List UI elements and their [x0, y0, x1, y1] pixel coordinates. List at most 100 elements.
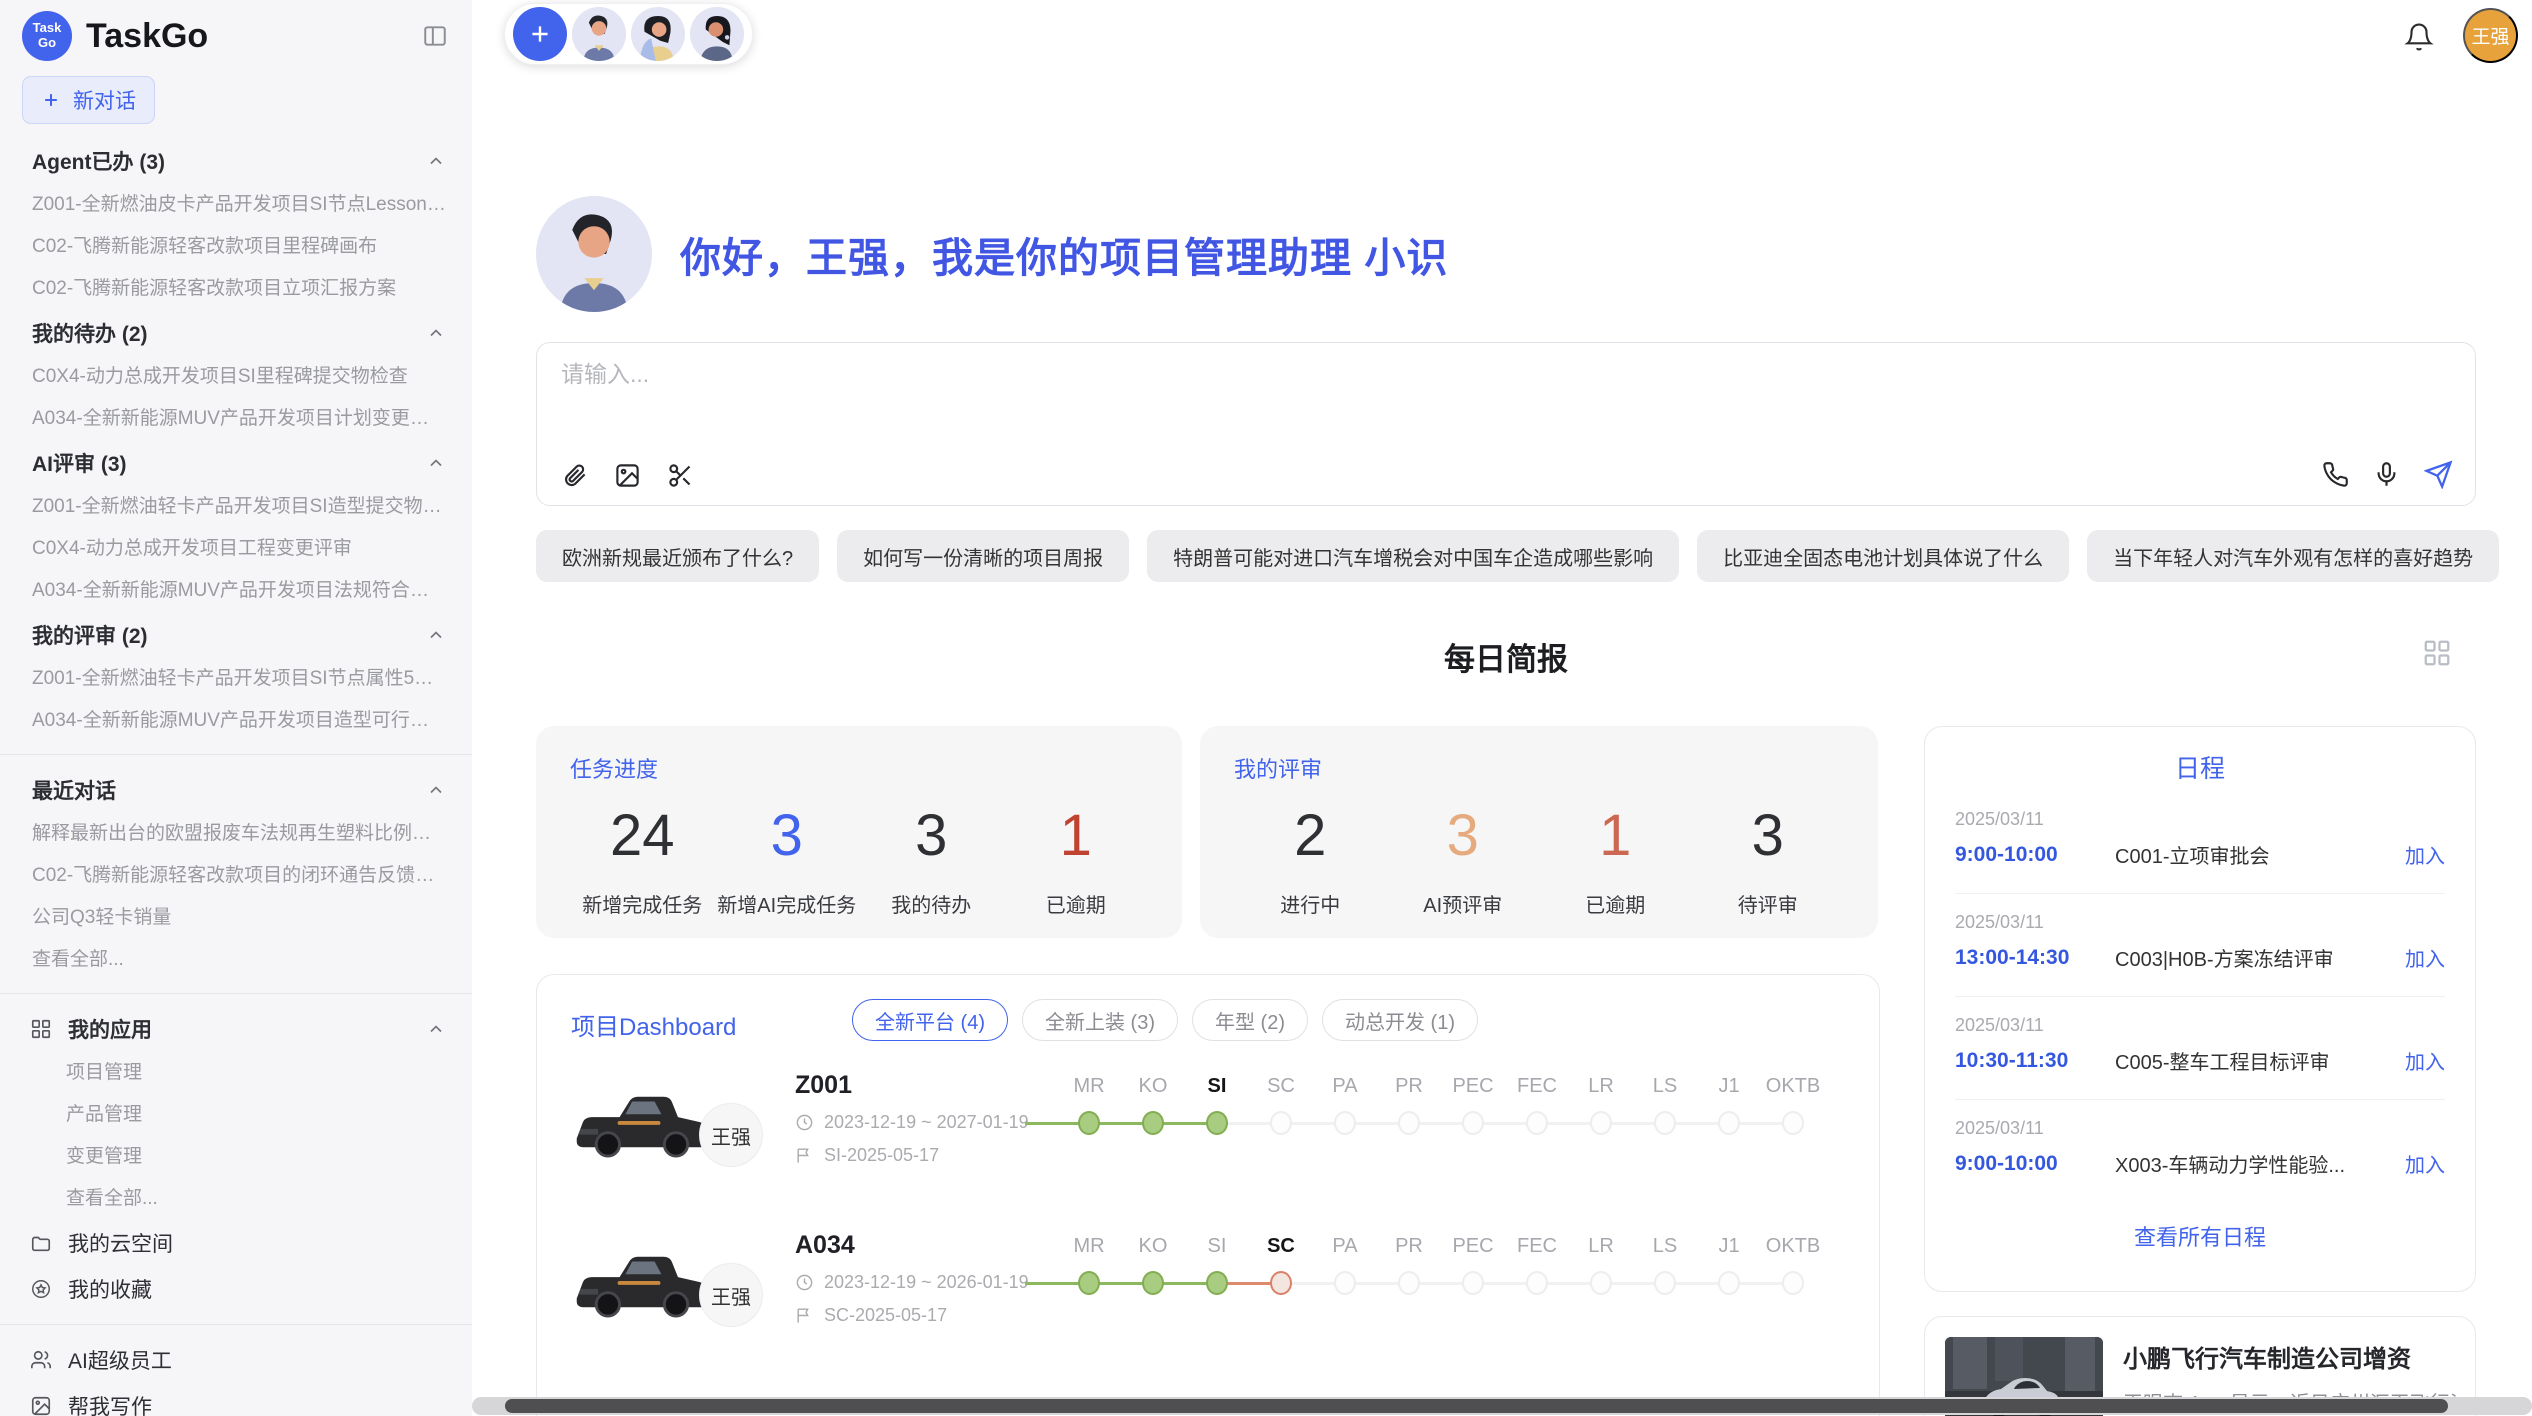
star-icon	[30, 1278, 52, 1300]
schedule-card: 日程 2025/03/11 9:00-10:00 C001-立项审批会 加入 2…	[1924, 726, 2476, 1292]
conversation-item[interactable]: C0X4-动力总成开发项目SI里程碑提交物检查	[0, 356, 472, 398]
conversation-item[interactable]: A034-全新新能源MUV产品开发项目法规符合性评审	[0, 570, 472, 612]
stat-item: 3 我的待办	[859, 802, 1004, 918]
conversation-item[interactable]: 解释最新出台的欧盟报废车法规再生塑料比例被调至15%...	[0, 813, 472, 855]
conversation-item[interactable]: 公司Q3轻卡销量	[0, 897, 472, 939]
milestone-dot	[1078, 1111, 1100, 1135]
new-chat-button[interactable]: 新对话	[22, 76, 155, 124]
app-item[interactable]: 项目管理	[0, 1052, 472, 1094]
stat-label: 我的待办	[859, 889, 1004, 918]
my-review-list: Z001-全新燃油轻卡产品开发项目SI节点属性5D文件评审A034-全新新能源M…	[0, 658, 472, 742]
join-meeting-link[interactable]: 加入	[2405, 840, 2445, 869]
sidebar-item-cloud-space[interactable]: 我的云空间	[0, 1220, 472, 1266]
conversation-item[interactable]: A034-全新新能源MUV产品开发项目计划变更表编写	[0, 398, 472, 440]
horizontal-scrollbar-track[interactable]	[472, 1397, 2532, 1415]
section-title: Agent已办 (3)	[32, 146, 165, 176]
schedule-item: 2025/03/11 13:00-14:30 C003|H0B-方案冻结评审 加…	[1955, 893, 2445, 996]
milestone: PR	[1377, 1075, 1441, 1140]
suggestion-chip[interactable]: 比亚迪全固态电池计划具体说了什么	[1697, 530, 2069, 582]
image-upload-icon[interactable]	[614, 462, 641, 489]
join-meeting-link[interactable]: 加入	[2405, 943, 2445, 972]
app-item[interactable]: 查看全部...	[0, 1178, 472, 1220]
send-icon[interactable]	[2424, 460, 2453, 489]
conversation-item[interactable]: C0X4-动力总成开发项目工程变更评审	[0, 528, 472, 570]
milestone: OKTB	[1761, 1235, 1825, 1300]
voice-call-icon[interactable]	[2322, 461, 2349, 488]
conversation-item[interactable]: Z001-全新燃油皮卡产品开发项目SI节点Lesson Learn报告	[0, 184, 472, 226]
conversation-item[interactable]: 查看全部...	[0, 939, 472, 981]
stat-item: 3 新增AI完成任务	[715, 802, 860, 918]
milestone: FEC	[1505, 1235, 1569, 1300]
milestone-dot	[1462, 1111, 1484, 1135]
milestone-label: LS	[1633, 1235, 1697, 1265]
section-title: 最近对话	[32, 775, 116, 805]
app-item[interactable]: 变更管理	[0, 1136, 472, 1178]
agent-avatar-1[interactable]	[572, 7, 626, 61]
section-header-ai-review[interactable]: AI评审 (3)	[0, 440, 472, 486]
conversation-item[interactable]: Z001-全新燃油轻卡产品开发项目SI节点属性5D文件评审	[0, 658, 472, 700]
filter-pill[interactable]: 全新平台 (4)	[852, 999, 1008, 1041]
schedule-date: 2025/03/11	[1955, 1118, 2445, 1139]
milestone-label: PA	[1313, 1235, 1377, 1265]
schedule-time: 10:30-11:30	[1955, 1049, 2105, 1073]
suggestion-chip[interactable]: 当下年轻人对汽车外观有怎样的喜好趋势	[2087, 530, 2499, 582]
project-row-a034[interactable]: 王强 A034 2023-12-19 ~ 2026-01-19 SC-2025-…	[537, 1221, 1879, 1381]
sidebar-item-ai-employee[interactable]: AI超级员工	[0, 1337, 472, 1383]
greeting-section: 你好，王强，我是你的项目管理助理 小识	[536, 196, 1448, 312]
filter-pill[interactable]: 全新上装 (3)	[1022, 999, 1178, 1041]
dashboard-filters: 全新平台 (4) 全新上装 (3) 年型 (2) 动总开发 (1)	[852, 999, 1478, 1041]
agent-avatar-3[interactable]	[690, 7, 744, 61]
conversation-item[interactable]: C02-飞腾新能源轻客改款项目里程碑画布	[0, 226, 472, 268]
conversation-item[interactable]: C02-飞腾新能源轻客改款项目立项汇报方案	[0, 268, 472, 310]
section-header-my-todo[interactable]: 我的待办 (2)	[0, 310, 472, 356]
app-item[interactable]: 产品管理	[0, 1094, 472, 1136]
agent-avatar-2[interactable]	[631, 7, 685, 61]
my-todo-list: C0X4-动力总成开发项目SI里程碑提交物检查A034-全新新能源MUV产品开发…	[0, 356, 472, 440]
conversation-item[interactable]: Z001-全新燃油轻卡产品开发项目SI造型提交物评审	[0, 486, 472, 528]
notifications-bell-icon[interactable]	[2404, 22, 2434, 52]
view-all-schedule-link[interactable]: 查看所有日程	[1955, 1220, 2445, 1252]
sidebar-item-write-helper[interactable]: 帮我写作	[0, 1383, 472, 1416]
milestone: PA	[1313, 1075, 1377, 1140]
stat-value: 3	[1692, 802, 1845, 869]
filter-pill[interactable]: 年型 (2)	[1192, 999, 1308, 1041]
stat-item: 3 AI预评审	[1387, 802, 1540, 918]
schedule-event-title: C003|H0B-方案冻结评审	[2115, 943, 2395, 972]
user-avatar[interactable]: 王强	[2463, 8, 2518, 63]
conversation-item[interactable]: C02-飞腾新能源轻客改款项目的闭环通告反馈情况	[0, 855, 472, 897]
filter-pill[interactable]: 动总开发 (1)	[1322, 999, 1478, 1041]
sidebar-item-favorites[interactable]: 我的收藏	[0, 1266, 472, 1312]
conversation-item[interactable]: A034-全新新能源MUV产品开发项目造型可行性评审	[0, 700, 472, 742]
milestone: LS	[1633, 1235, 1697, 1300]
input-tools	[561, 462, 694, 489]
sidebar-item-my-apps[interactable]: 我的应用	[0, 1006, 472, 1052]
suggestion-chip[interactable]: 如何写一份清晰的项目周报	[837, 530, 1129, 582]
milestone-dot	[1398, 1271, 1420, 1295]
collapse-sidebar-icon[interactable]	[422, 23, 448, 49]
schedule-time: 13:00-14:30	[1955, 946, 2105, 970]
milestone-dot	[1270, 1271, 1292, 1295]
section-title: 我的待办 (2)	[32, 318, 148, 348]
add-agent-button[interactable]	[513, 7, 567, 61]
project-row-z001[interactable]: 王强 Z001 2023-12-19 ~ 2027-01-19 SI-2025-…	[537, 1061, 1879, 1221]
join-meeting-link[interactable]: 加入	[2405, 1149, 2445, 1178]
layout-grid-icon[interactable]	[2422, 638, 2452, 668]
attachment-icon[interactable]	[561, 462, 588, 489]
people-icon	[30, 1349, 52, 1371]
milestone: PA	[1313, 1235, 1377, 1300]
join-meeting-link[interactable]: 加入	[2405, 1046, 2445, 1075]
horizontal-scrollbar-thumb[interactable]	[505, 1399, 2448, 1413]
section-header-recent-chats[interactable]: 最近对话	[0, 767, 472, 813]
microphone-icon[interactable]	[2373, 461, 2400, 488]
milestone-dot	[1078, 1271, 1100, 1295]
suggestion-chip[interactable]: 特朗普可能对进口汽车增税会对中国车企造成哪些影响	[1147, 530, 1679, 582]
suggestion-chip[interactable]: 欧洲新规最近颁布了什么?	[536, 530, 819, 582]
section-header-my-review[interactable]: 我的评审 (2)	[0, 612, 472, 658]
stat-label: AI预评审	[1387, 889, 1540, 918]
project-date-range: 2023-12-19 ~ 2026-01-19	[824, 1272, 1029, 1293]
divider	[0, 754, 472, 755]
chat-input[interactable]	[561, 361, 2451, 388]
milestone: J1	[1697, 1235, 1761, 1300]
scissors-icon[interactable]	[667, 462, 694, 489]
section-header-agent-done[interactable]: Agent已办 (3)	[0, 138, 472, 184]
